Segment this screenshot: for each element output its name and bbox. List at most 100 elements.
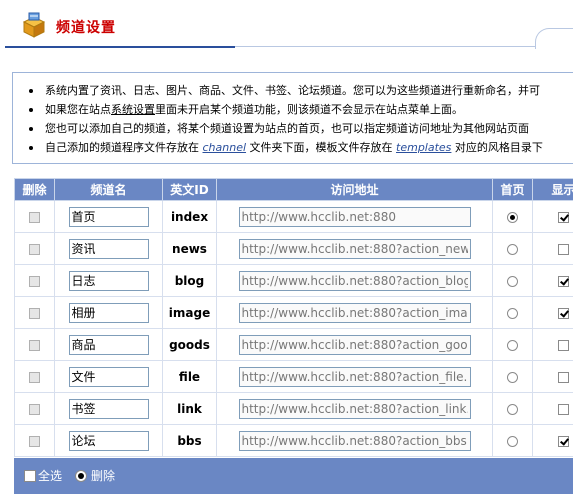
col-header-delete: 删除	[14, 178, 55, 201]
home-radio[interactable]	[507, 435, 518, 447]
show-cell	[532, 264, 573, 297]
channel-url-input[interactable]	[238, 238, 471, 259]
show-cell	[532, 296, 573, 329]
channel-settings-icon	[22, 12, 46, 38]
channel-url-input[interactable]	[238, 270, 471, 291]
show-checkbox[interactable]	[558, 403, 569, 415]
delete-checkbox[interactable]	[29, 307, 40, 319]
table-header-row: 删除 频道名 英文ID 访问地址 首页 显示	[14, 178, 573, 201]
channel-name-input[interactable]	[68, 334, 149, 355]
delete-cell	[14, 296, 55, 329]
url-cell	[216, 200, 493, 233]
delete-cell	[14, 424, 55, 457]
channel-eid: file	[162, 360, 217, 393]
channel-url-input[interactable]	[238, 334, 471, 355]
name-cell	[54, 328, 163, 361]
table-row: file	[14, 360, 573, 393]
delete-cell	[14, 232, 55, 265]
delete-checkbox[interactable]	[29, 371, 40, 383]
notice-item: 如果您在站点系统设置里面未开启某个频道功能，则该频道不会显示在站点菜单上面。	[27, 100, 543, 119]
delete-checkbox[interactable]	[29, 435, 40, 447]
home-radio[interactable]	[507, 339, 518, 351]
show-checkbox[interactable]	[558, 339, 569, 351]
delete-cell	[14, 328, 55, 361]
home-radio[interactable]	[507, 275, 518, 287]
show-checkbox[interactable]	[558, 243, 569, 255]
col-header-show: 显示	[532, 178, 573, 201]
delete-checkbox[interactable]	[29, 243, 40, 255]
channel-name-input[interactable]	[68, 430, 149, 451]
templates-folder-name: templates	[396, 141, 452, 154]
channel-eid: news	[162, 232, 217, 265]
channel-name-input[interactable]	[68, 270, 149, 291]
channel-url-input[interactable]	[238, 398, 471, 419]
notice-item: 系统内置了资讯、日志、图片、商品、文件、书签、论坛频道。您可以为这些频道进行重新…	[27, 81, 543, 100]
system-settings-link[interactable]: 系统设置	[111, 103, 155, 116]
channel-table: 删除 频道名 英文ID 访问地址 首页 显示 indexnewsblogimag…	[14, 178, 573, 457]
name-cell	[54, 392, 163, 425]
channel-eid: link	[162, 392, 217, 425]
home-radio[interactable]	[507, 307, 518, 319]
home-cell	[492, 360, 533, 393]
channel-name-input[interactable]	[68, 398, 149, 419]
header-divider-light	[235, 46, 535, 47]
home-radio[interactable]	[507, 211, 518, 223]
delete-action-radio[interactable]	[75, 470, 87, 482]
table-row: blog	[14, 264, 573, 297]
show-cell	[532, 392, 573, 425]
delete-checkbox[interactable]	[29, 339, 40, 351]
show-checkbox[interactable]	[558, 371, 569, 383]
name-cell	[54, 360, 163, 393]
home-radio[interactable]	[507, 243, 518, 255]
delete-action-control[interactable]: 删除	[75, 469, 115, 483]
delete-action-label: 删除	[91, 469, 116, 483]
header-corner-decoration	[535, 28, 573, 49]
channel-url-input[interactable]	[238, 302, 471, 323]
channel-name-input[interactable]	[68, 302, 149, 323]
home-radio[interactable]	[507, 403, 518, 415]
url-cell	[216, 392, 493, 425]
channel-url-input[interactable]	[238, 206, 471, 227]
name-cell	[54, 200, 163, 233]
table-row: image	[14, 296, 573, 329]
channel-url-input[interactable]	[238, 366, 471, 387]
notice-list: 系统内置了资讯、日志、图片、商品、文件、书签、论坛频道。您可以为这些频道进行重新…	[27, 81, 543, 157]
show-cell	[532, 232, 573, 265]
delete-checkbox[interactable]	[29, 403, 40, 415]
show-checkbox[interactable]	[558, 307, 569, 319]
table-footer-bar: 全选 删除	[14, 458, 573, 494]
channel-eid: blog	[162, 264, 217, 297]
delete-checkbox[interactable]	[29, 275, 40, 287]
channel-url-input[interactable]	[238, 430, 471, 451]
col-header-home: 首页	[492, 178, 533, 201]
table-row: goods	[14, 328, 573, 361]
show-cell	[532, 424, 573, 457]
select-all-checkbox[interactable]	[24, 470, 36, 482]
home-cell	[492, 328, 533, 361]
select-all-control[interactable]: 全选	[24, 469, 62, 483]
home-cell	[492, 296, 533, 329]
show-checkbox[interactable]	[558, 211, 569, 223]
select-all-label: 全选	[38, 469, 63, 483]
show-checkbox[interactable]	[558, 275, 569, 287]
notice-item: 自己添加的频道程序文件存放在 channel 文件夹下面，模板文件存放在 tem…	[27, 138, 543, 157]
table-row: link	[14, 392, 573, 425]
url-cell	[216, 328, 493, 361]
home-cell	[492, 200, 533, 233]
delete-cell	[14, 200, 55, 233]
channel-folder-name: channel	[202, 141, 247, 154]
channel-eid: image	[162, 296, 217, 329]
url-cell	[216, 232, 493, 265]
channel-table-body: indexnewsblogimagegoodsfilelinkbbs	[14, 200, 573, 457]
channel-name-input[interactable]	[68, 238, 149, 259]
channel-name-input[interactable]	[68, 366, 149, 387]
show-cell	[532, 200, 573, 233]
delete-checkbox[interactable]	[29, 211, 40, 223]
url-cell	[216, 296, 493, 329]
channel-name-input[interactable]	[68, 206, 149, 227]
home-radio[interactable]	[507, 371, 518, 383]
name-cell	[54, 264, 163, 297]
notice-item: 您也可以添加自己的频道，将某个频道设置为站点的首页，也可以指定频道访问地址为其他…	[27, 119, 543, 138]
url-cell	[216, 424, 493, 457]
show-checkbox[interactable]	[558, 435, 569, 447]
